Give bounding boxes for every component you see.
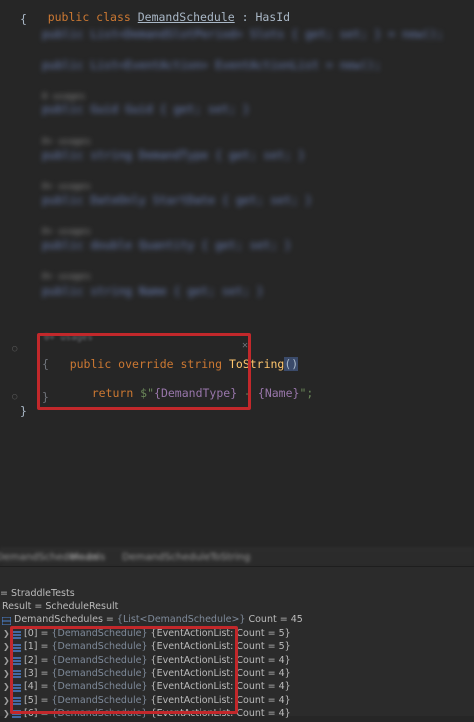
breadcrumb: DemandSchedule.cs Models DemandSchedule … (0, 548, 474, 567)
highlight-annotation-debug (10, 626, 238, 714)
breadcrumb-namespace[interactable]: Models (70, 552, 105, 563)
highlight-annotation-code (37, 333, 251, 410)
gutter-marker-icon[interactable]: ○ (12, 344, 17, 354)
usage-hint-blurred: 0+ usages (42, 182, 91, 192)
list-icon (1, 616, 12, 625)
debug-result[interactable]: Result = ScheduleResult (2, 600, 118, 613)
property-line-blurred: public string DemandType { get; set; } (42, 148, 306, 162)
property-line-blurred: public Guid Guid { get; set; } (42, 102, 250, 116)
property-line-blurred: public double Quantity { get; set; } (42, 238, 292, 252)
breadcrumb-class[interactable]: DemandSchedule (122, 552, 210, 563)
fold-marker-icon[interactable]: ○ (12, 392, 17, 402)
usage-hint-blurred: 0+ usages (42, 272, 91, 282)
code-editor[interactable]: public class DemandSchedule : HasId { pu… (0, 0, 474, 548)
usage-hint-blurred: 0+ usages (42, 227, 91, 237)
debug-context: = StraddleTests (0, 588, 75, 599)
class-close-brace: } (20, 404, 27, 418)
class-open-brace: { (20, 12, 27, 26)
debugger-variables-panel[interactable]: = StraddleTests Result = ScheduleResult … (0, 566, 474, 719)
field-line-blurred: public List<EventAction> EventActionList… (42, 58, 382, 72)
debug-schedules-row[interactable]: DemandSchedules = {List<DemandSchedule>}… (1, 613, 303, 626)
property-line-blurred: public string Name { get; set; } (42, 284, 264, 298)
breadcrumb-method[interactable]: ToString (210, 552, 250, 563)
property-line-blurred: public DateOnly StartDate { get; set; } (42, 193, 313, 207)
usage-hint-blurred: 0+ usages (42, 137, 91, 147)
field-line-blurred: public List<DemandSlotPeriod> Slots { ge… (42, 27, 444, 41)
